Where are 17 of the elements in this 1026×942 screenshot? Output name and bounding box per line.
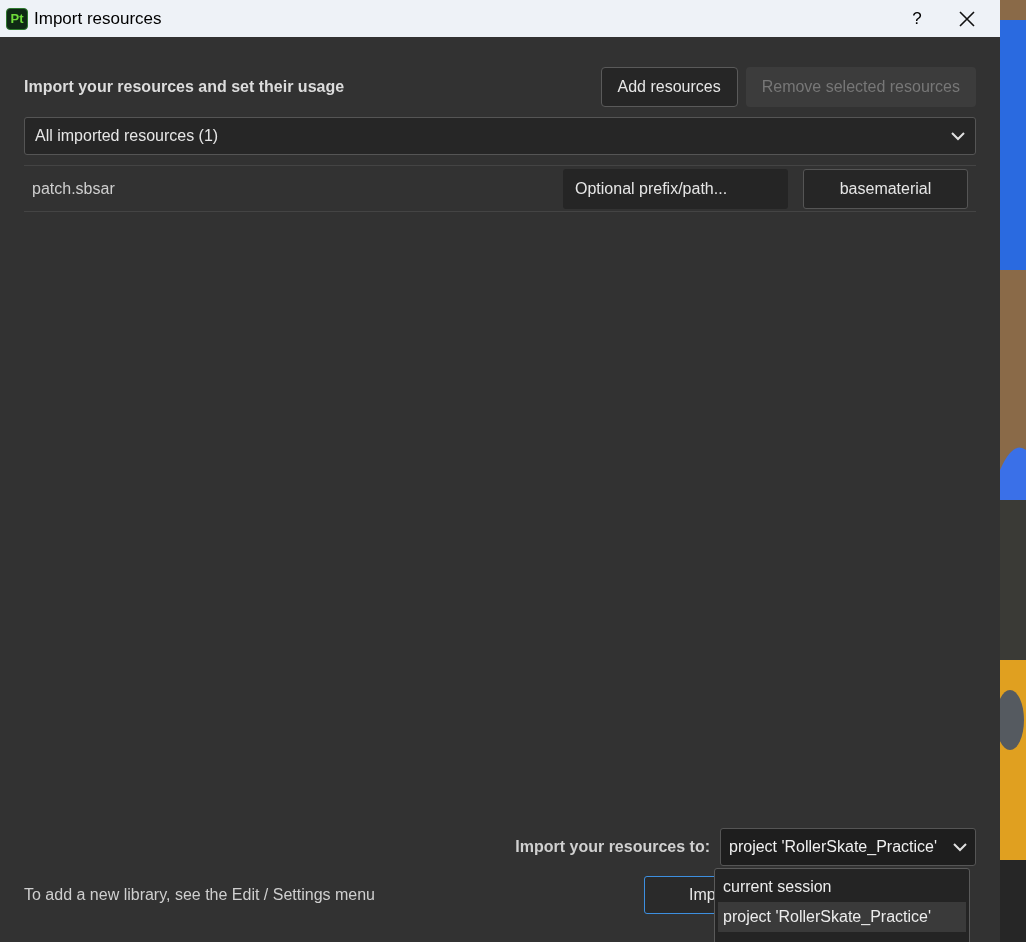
destination-label: Import your resources to: bbox=[515, 837, 710, 857]
resource-name: patch.sbsar bbox=[32, 178, 116, 199]
window-title: Import resources bbox=[34, 7, 162, 30]
prefix-input-field[interactable]: Optional prefix/path... bbox=[563, 168, 788, 209]
menu-option[interactable]: project 'RollerSkate_Practice' bbox=[718, 902, 966, 932]
app-logo-icon: Pt bbox=[6, 7, 28, 30]
toolbar-button[interactable]: Add resources bbox=[600, 67, 738, 107]
menu-option[interactable]: current session bbox=[718, 872, 966, 902]
close-icon bbox=[959, 10, 975, 27]
help-button[interactable]: ? bbox=[892, 5, 942, 32]
chevron-down-icon bbox=[953, 842, 967, 852]
library-note: To add a new library, see the Edit / Settings menu bbox=[24, 885, 376, 905]
usage-button[interactable]: basematerial bbox=[803, 168, 968, 209]
chevron-down-icon bbox=[951, 131, 965, 141]
section-title: Import your resources and set their usage bbox=[24, 77, 345, 97]
filter-dropdown[interactable]: All imported resources (1) bbox=[24, 117, 976, 155]
destination-dropdown[interactable]: project 'RollerSkate_Practice' bbox=[720, 828, 976, 866]
